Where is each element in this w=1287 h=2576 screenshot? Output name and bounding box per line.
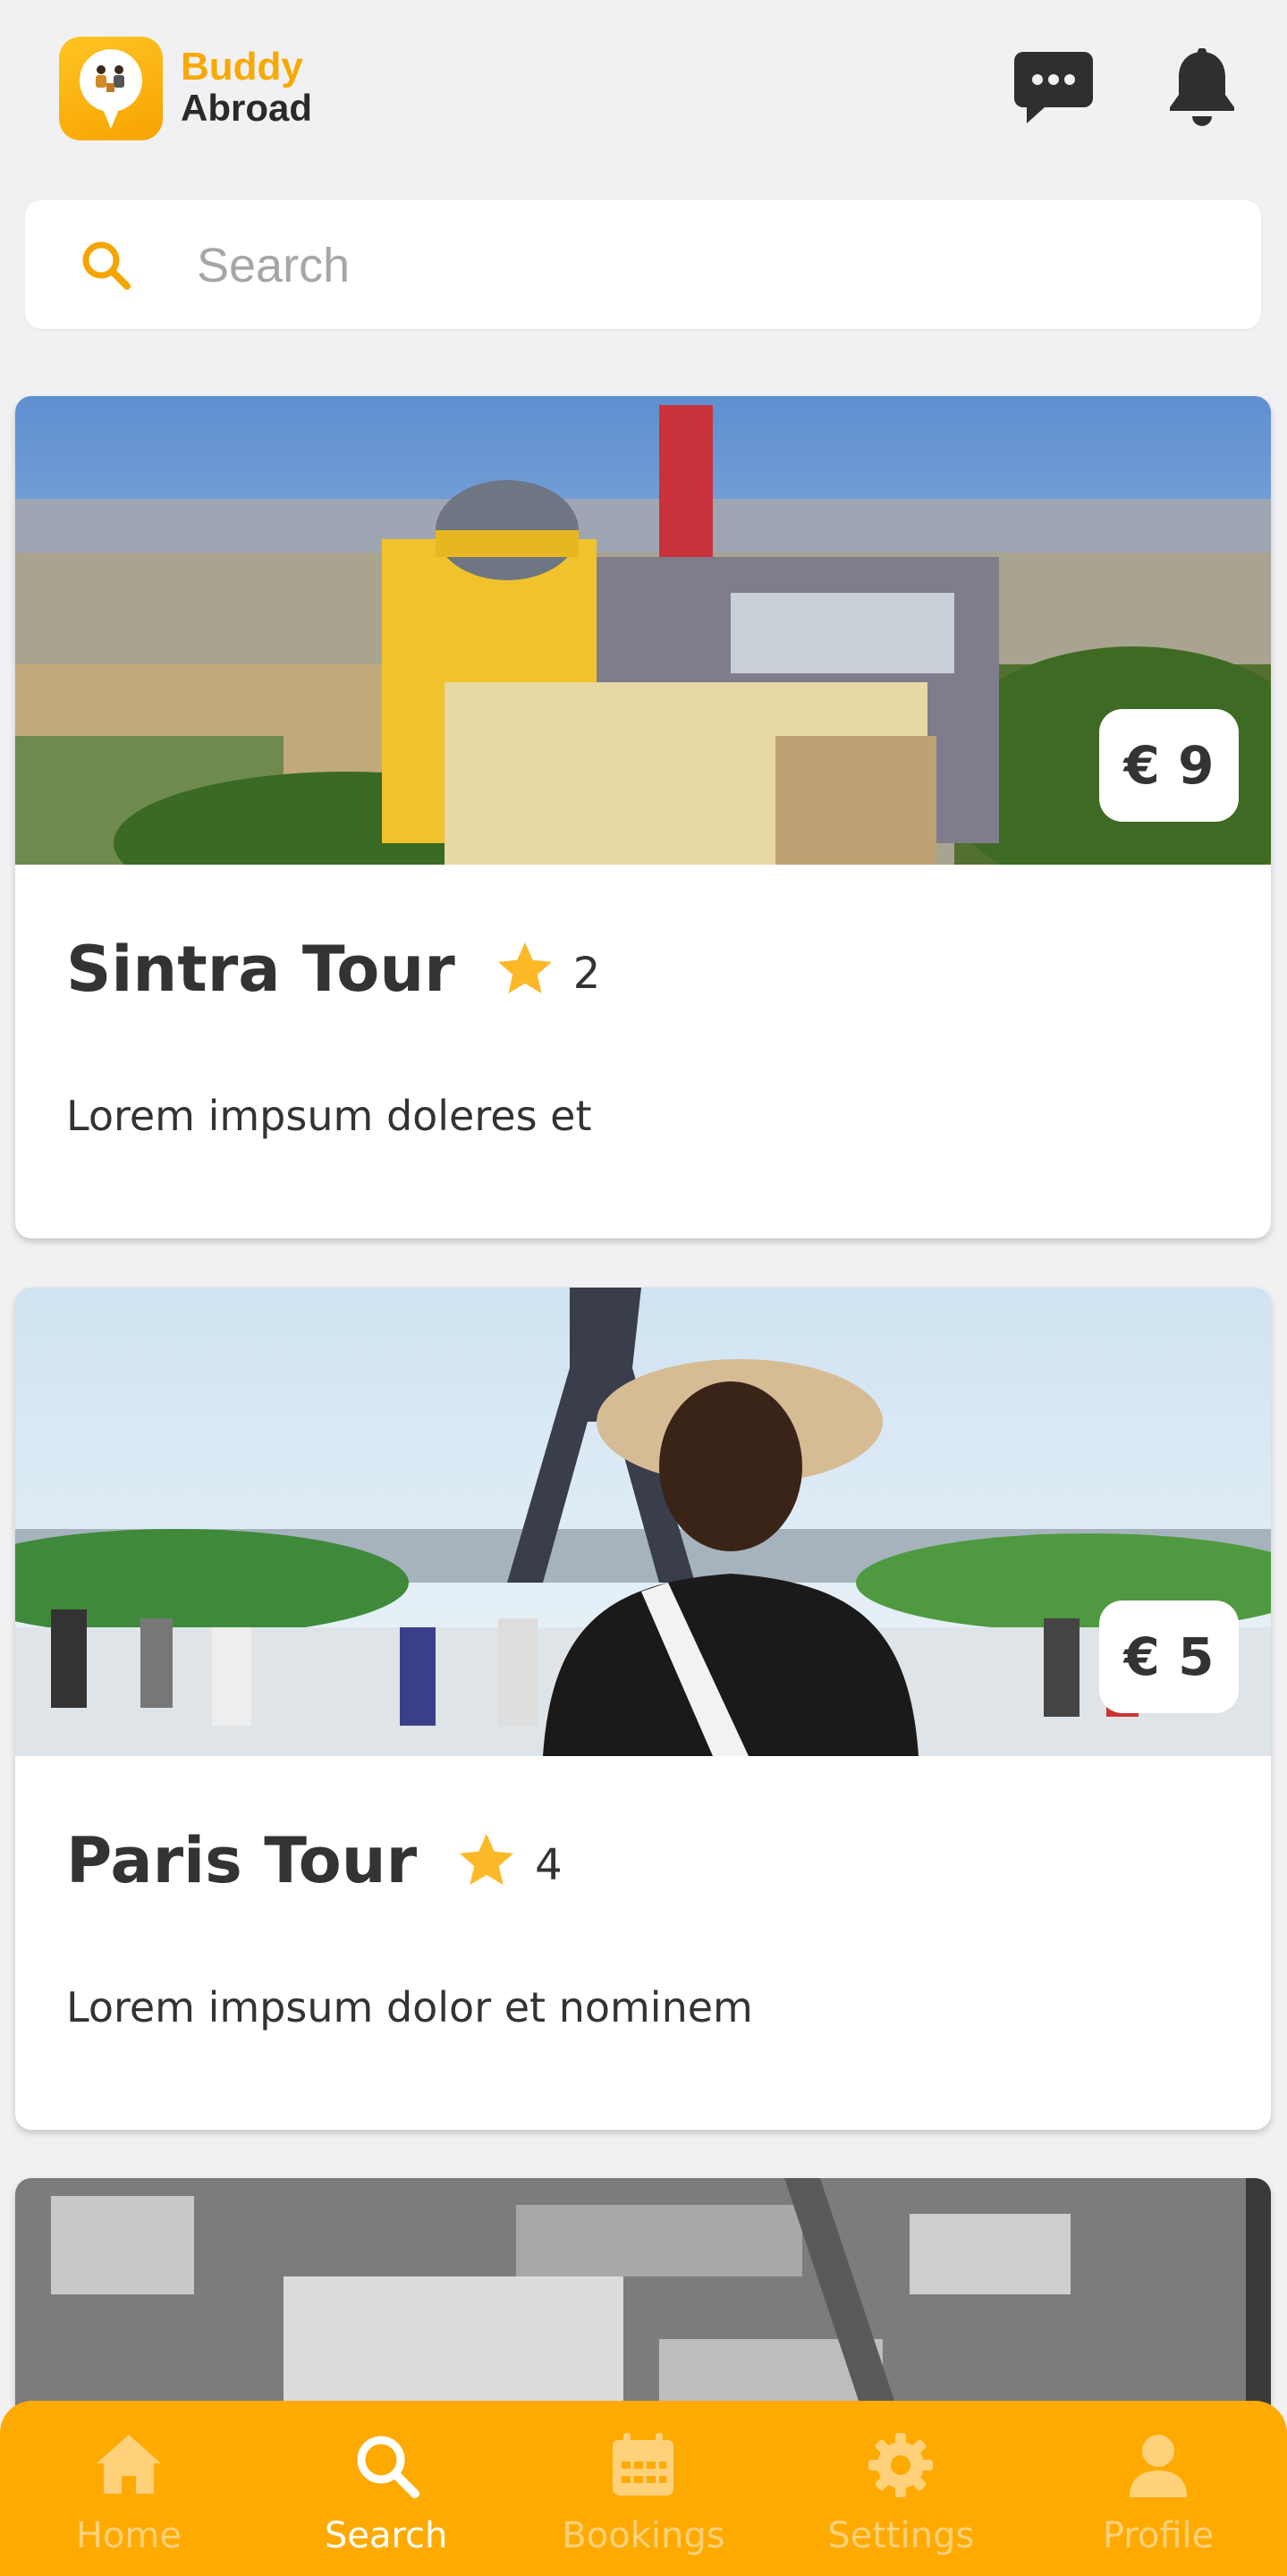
bell-icon xyxy=(1170,48,1234,126)
tour-title: Paris Tour xyxy=(66,1824,418,1897)
search-input[interactable] xyxy=(195,227,1227,304)
user-icon xyxy=(1130,2435,1188,2497)
app-logo xyxy=(59,37,163,140)
travelers-icon xyxy=(96,65,124,92)
tour-rating: 2 xyxy=(572,949,601,999)
tour-title-row: Paris Tour 4 xyxy=(66,1824,563,1897)
tab-profile[interactable]: Profile xyxy=(1029,2401,1287,2576)
brand-line-2: Abroad xyxy=(181,87,312,129)
search-icon xyxy=(82,241,131,290)
home-icon xyxy=(96,2435,161,2494)
chat-button[interactable] xyxy=(1011,45,1096,131)
tour-image-sintra xyxy=(15,396,1271,865)
tour-title: Sintra Tour xyxy=(66,933,455,1006)
bottom-tab-bar: Home Search Bookings Settings Profile xyxy=(0,2401,1287,2576)
gear-icon xyxy=(868,2433,934,2497)
brand-name: Buddy Abroad xyxy=(181,45,312,131)
price-badge: € 9 xyxy=(1099,709,1239,822)
tour-description: Lorem impsum doleres et xyxy=(66,1092,592,1140)
tab-profile-label: Profile xyxy=(1102,2515,1215,2556)
star-icon xyxy=(460,1834,514,1885)
app-header: Buddy Abroad xyxy=(0,0,1287,179)
tab-settings[interactable]: Settings xyxy=(772,2401,1029,2576)
star-icon xyxy=(497,942,552,993)
tour-image-paris xyxy=(15,1288,1271,1756)
calendar-icon xyxy=(613,2433,674,2496)
price-badge: € 5 xyxy=(1099,1600,1239,1713)
tour-rating: 4 xyxy=(535,1840,563,1890)
notifications-button[interactable] xyxy=(1159,45,1245,131)
tab-search-label: Search xyxy=(324,2515,448,2556)
chat-icon xyxy=(1014,52,1093,123)
tour-card[interactable]: € 9 Sintra Tour 2 Lorem impsum doleres e… xyxy=(15,396,1271,1238)
search-bar[interactable] xyxy=(25,200,1261,329)
tour-description: Lorem impsum dolor et nominem xyxy=(66,1983,753,2031)
tour-card[interactable]: € 5 Paris Tour 4 Lorem impsum dolor et n… xyxy=(15,1288,1271,2130)
tab-settings-label: Settings xyxy=(827,2515,975,2556)
tab-home[interactable]: Home xyxy=(0,2401,258,2576)
tab-home-label: Home xyxy=(75,2515,182,2556)
tab-bookings-label: Bookings xyxy=(562,2515,725,2556)
tour-title-row: Sintra Tour 2 xyxy=(66,933,600,1006)
brand-line-1: Buddy xyxy=(181,45,303,89)
search-icon xyxy=(357,2436,419,2498)
tab-bookings[interactable]: Bookings xyxy=(515,2401,773,2576)
tab-search[interactable]: Search xyxy=(258,2401,515,2576)
